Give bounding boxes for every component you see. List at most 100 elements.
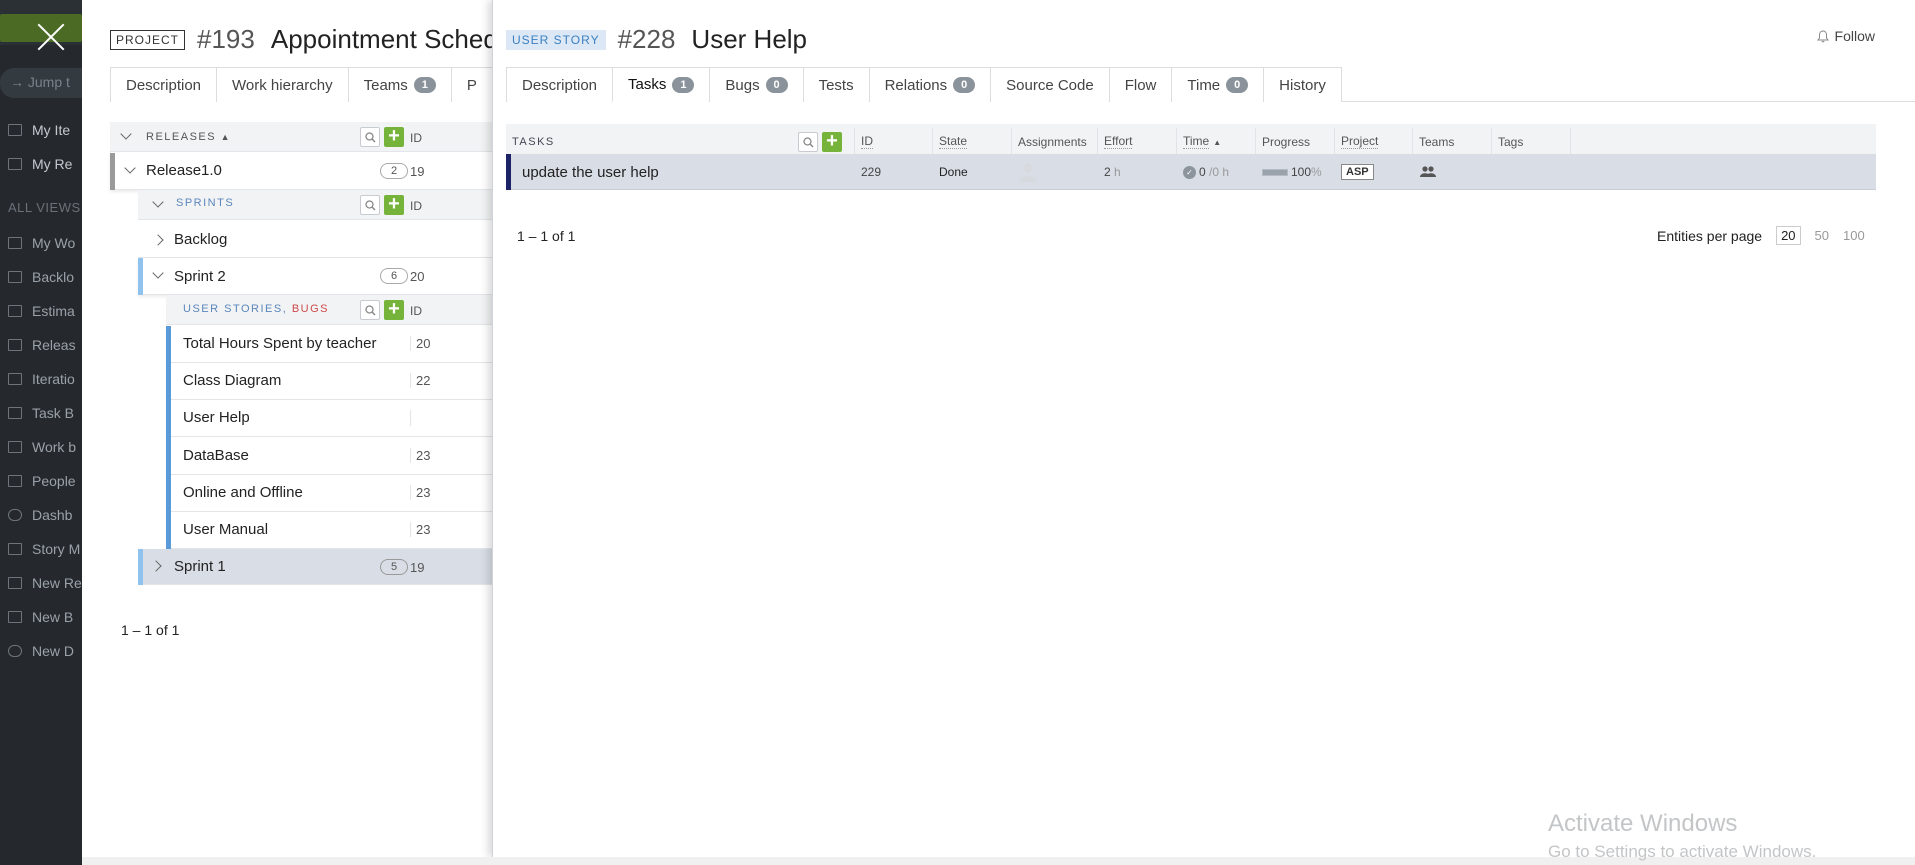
story-title: User Help — [691, 24, 808, 54]
column-header-project[interactable]: Project — [1335, 128, 1413, 156]
task-effort[interactable]: 2 h — [1104, 154, 1121, 190]
stories-header: USER STORIES, BUGS + ID — [166, 295, 494, 325]
drag-handle[interactable] — [166, 437, 171, 475]
column-header-tags[interactable]: Tags — [1492, 128, 1571, 156]
column-header-progress[interactable]: Progress — [1256, 128, 1335, 156]
story-row[interactable]: Online and Offline 23 — [166, 475, 494, 512]
chevron-right-icon[interactable] — [150, 560, 162, 572]
search-icon[interactable] — [360, 300, 380, 320]
drag-handle[interactable] — [166, 400, 171, 437]
drag-handle[interactable] — [166, 512, 171, 549]
sprint-name: Sprint 2 — [174, 268, 226, 285]
close-icon[interactable] — [36, 22, 66, 52]
per-page-50[interactable]: 50 — [1815, 228, 1829, 243]
search-icon[interactable] — [360, 195, 380, 215]
tab-time[interactable]: Time 0 — [1171, 67, 1265, 102]
project-panel: PROJECT #193 Appointment Sched Descripti… — [82, 0, 494, 857]
assignment-avatar[interactable] — [1018, 154, 1038, 190]
tab-work-hierarchy[interactable]: Work hierarchy — [216, 67, 349, 102]
task-name[interactable]: update the user help — [522, 154, 659, 190]
add-icon[interactable]: + — [384, 126, 404, 147]
add-icon[interactable]: + — [384, 194, 404, 215]
story-name: User Manual — [183, 521, 269, 538]
chevron-down-icon[interactable] — [120, 128, 132, 140]
task-project[interactable]: ASP — [1341, 154, 1374, 190]
column-header-time[interactable]: Time ▲ — [1177, 128, 1256, 156]
backlog-row[interactable]: Backlog — [138, 222, 494, 258]
chevron-down-icon[interactable] — [124, 162, 136, 174]
column-header-id[interactable]: ID — [855, 128, 933, 156]
person-icon — [8, 124, 22, 136]
tab-source-code[interactable]: Source Code — [990, 67, 1110, 102]
drag-handle[interactable] — [166, 326, 171, 363]
drag-handle[interactable] — [138, 549, 143, 585]
task-time[interactable]: ✓ 0 /0 h — [1183, 154, 1229, 190]
search-icon[interactable] — [360, 127, 380, 147]
drag-handle[interactable] — [138, 258, 143, 295]
user-story-panel: USER STORY #228 User Help Follow Descrip… — [492, 0, 1915, 857]
sprint-row[interactable]: Sprint 1 5 19 — [138, 549, 494, 585]
bg-view: New B — [0, 605, 82, 629]
bg-view: Work b — [0, 435, 82, 459]
task-teams[interactable] — [1419, 154, 1437, 190]
tab-description[interactable]: Description — [506, 67, 614, 102]
tab-count-badge: 0 — [1226, 77, 1249, 93]
sprint-id: 19 — [410, 560, 425, 575]
chevron-down-icon[interactable] — [152, 196, 164, 208]
story-id: 22 — [410, 373, 430, 388]
project-title: Appointment Sched — [270, 24, 494, 54]
column-header-effort[interactable]: Effort — [1098, 128, 1177, 156]
story-row-selected[interactable]: User Help — [166, 400, 494, 437]
tab-teams[interactable]: Teams 1 — [347, 67, 452, 102]
story-tabs: Description Tasks 1 Bugs 0 Tests Relations… — [506, 67, 1915, 102]
tab-history[interactable]: History — [1263, 67, 1342, 102]
sprint-id: 20 — [410, 269, 425, 284]
tab-description[interactable]: Description — [110, 67, 218, 102]
sprints-header-label: SPRINTS — [176, 197, 235, 209]
story-row[interactable]: Class Diagram 22 — [166, 363, 494, 400]
task-progress: 100% — [1262, 154, 1322, 190]
sprints-header: SPRINTS + ID — [138, 190, 494, 220]
story-row[interactable]: Total Hours Spent by teacher 20 — [166, 326, 494, 363]
per-page-100[interactable]: 100 — [1843, 228, 1865, 243]
sort-asc-icon: ▲ — [1213, 137, 1222, 147]
jump-placeholder: Jump t — [27, 74, 70, 90]
dashboard-icon — [8, 509, 22, 521]
tab-flow[interactable]: Flow — [1108, 67, 1173, 102]
user-placeholder-icon — [1019, 163, 1037, 182]
per-page-20[interactable]: 20 — [1776, 226, 1801, 245]
drag-handle[interactable] — [166, 363, 171, 400]
release-row[interactable]: Release1.0 2 19 — [110, 153, 494, 190]
grid-lock-icon — [8, 577, 22, 589]
tab-people[interactable]: P — [450, 67, 493, 102]
column-header-assignments[interactable]: Assignments — [1012, 128, 1098, 156]
column-header-teams[interactable]: Teams — [1413, 128, 1492, 156]
release-name: Release1.0 — [146, 162, 222, 179]
add-icon[interactable]: + — [822, 131, 842, 152]
releases-header-label[interactable]: RELEASES ▲ — [146, 131, 231, 143]
chevron-down-icon[interactable] — [152, 267, 164, 279]
grid-icon — [8, 441, 22, 453]
column-header-state[interactable]: State — [933, 128, 1012, 156]
add-icon[interactable]: + — [384, 299, 404, 320]
tab-bugs[interactable]: Bugs 0 — [709, 67, 804, 102]
drag-handle[interactable] — [110, 153, 115, 190]
tab-relations[interactable]: Relations 0 — [868, 67, 992, 102]
progress-bar — [1262, 168, 1288, 176]
story-row[interactable]: User Manual 23 — [166, 512, 494, 549]
story-row[interactable]: DataBase 23 — [166, 437, 494, 475]
releases-header: RELEASES ▲ + ID — [110, 122, 494, 152]
tab-tasks[interactable]: Tasks 1 — [612, 67, 711, 102]
tab-tests[interactable]: Tests — [802, 67, 870, 102]
task-state[interactable]: Done — [939, 154, 968, 190]
grid-icon — [8, 305, 22, 317]
grid-icon — [8, 475, 22, 487]
sprint-row[interactable]: Sprint 2 6 20 — [138, 258, 494, 295]
story-id: 20 — [410, 336, 430, 351]
team-icon — [1420, 166, 1436, 177]
drag-handle[interactable] — [166, 475, 171, 512]
chevron-right-icon[interactable] — [152, 234, 164, 246]
release-id: 19 — [410, 164, 425, 179]
follow-button[interactable]: Follow — [1816, 28, 1875, 44]
search-icon[interactable] — [798, 132, 818, 152]
